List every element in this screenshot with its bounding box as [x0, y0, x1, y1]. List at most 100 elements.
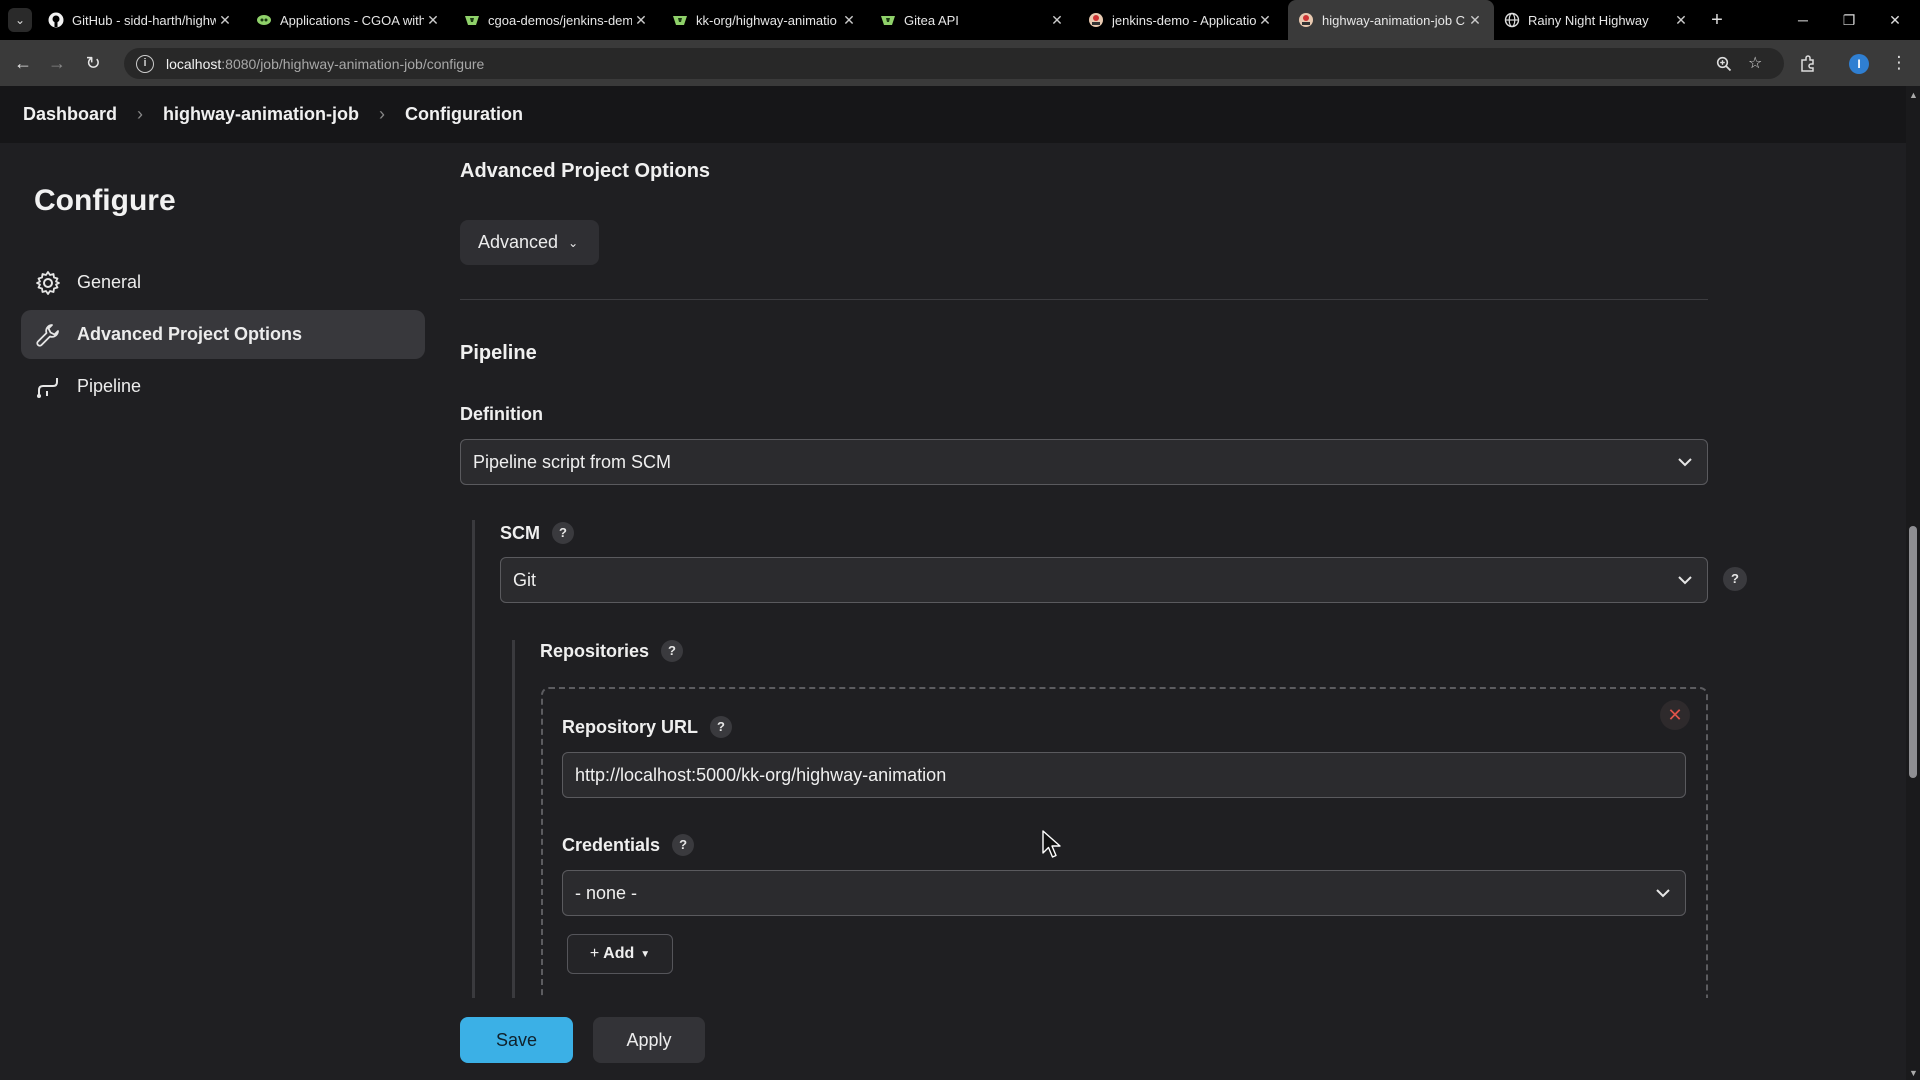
breadcrumb-configuration[interactable]: Configuration [405, 104, 523, 125]
help-icon[interactable]: ? [1723, 567, 1747, 591]
close-icon[interactable]: ✕ [424, 12, 442, 29]
repository-url-input[interactable]: http://localhost:5000/kk-org/highway-ani… [562, 752, 1686, 798]
help-icon[interactable]: ? [710, 716, 733, 738]
globe-icon [1504, 12, 1520, 28]
scm-label: SCM ? [500, 522, 574, 544]
tab-highway-animation-job[interactable]: highway-animation-job C ✕ [1288, 0, 1494, 40]
help-icon[interactable]: ? [672, 834, 695, 856]
save-button[interactable]: Save [460, 1017, 573, 1063]
scm-label-text: SCM [500, 522, 540, 543]
remove-repository-close-icon[interactable]: ✕ [1660, 700, 1690, 730]
tab-gitea-kk-org[interactable]: kk-org/highway-animatio ✕ [662, 0, 868, 40]
sidebar-item-label: Advanced Project Options [77, 324, 303, 344]
chevron-right-icon: › [379, 104, 386, 124]
wrench-icon [36, 323, 59, 347]
extensions-icon[interactable] [1793, 48, 1823, 78]
scm-select[interactable]: Git [500, 557, 1708, 603]
tab-jenkins-demo[interactable]: jenkins-demo - Applicatio ✕ [1078, 0, 1284, 40]
argo-icon [256, 12, 272, 28]
mouse-cursor-icon [1042, 830, 1061, 858]
chevron-down-icon [1678, 576, 1692, 585]
advanced-button[interactable]: Advanced ⌄ [460, 220, 599, 265]
url-path: :8080/job/highway-animation-job/configur… [221, 55, 485, 72]
github-icon [48, 12, 64, 28]
tab-gitea-cgoa-demos[interactable]: cgoa-demos/jenkins-dem ✕ [454, 0, 660, 40]
new-tab-button[interactable]: + [1703, 6, 1731, 34]
section-divider [460, 299, 1708, 300]
sidebar-item-advanced-project-options[interactable]: Advanced Project Options [21, 310, 425, 359]
repository-url-value: http://localhost:5000/kk-org/highway-ani… [575, 764, 947, 785]
scm-nesting-line [472, 520, 475, 1080]
address-bar[interactable]: i localhost:8080/job/highway-animation-j… [124, 48, 1784, 79]
tab-title: jenkins-demo - Applicatio [1112, 12, 1256, 28]
gear-icon [36, 270, 60, 295]
page-scrollbar[interactable]: ▲ ▼ [1906, 86, 1920, 1080]
sidebar-item-pipeline[interactable]: Pipeline [21, 362, 425, 411]
tab-title: GitHub - sidd-harth/highw [72, 12, 216, 28]
window-close-button[interactable]: ✕ [1872, 0, 1918, 40]
sidebar-item-label: General [77, 272, 142, 292]
credentials-select[interactable]: - none - [562, 870, 1686, 916]
jenkins-page: Dashboard › highway-animation-job › Conf… [0, 86, 1906, 1080]
pipeline-section-title: Pipeline [460, 342, 537, 364]
definition-label-text: Definition [460, 404, 543, 424]
sidebar-item-general[interactable]: General [21, 258, 425, 307]
browser-toolbar: ← → ↻ i localhost:8080/job/highway-anima… [0, 40, 1920, 86]
breadcrumb: Dashboard › highway-animation-job › Conf… [0, 86, 1906, 143]
jenkins-icon [1088, 12, 1104, 28]
gitea-icon [464, 12, 480, 28]
site-info-icon[interactable]: i [136, 54, 154, 73]
close-icon[interactable]: ✕ [1672, 12, 1690, 29]
gitea-icon [880, 12, 896, 28]
close-icon[interactable]: ✕ [840, 12, 858, 29]
back-button[interactable]: ← [8, 48, 38, 78]
pipeline-icon [37, 377, 58, 398]
repository-url-label: Repository URL ? [562, 716, 733, 738]
definition-select[interactable]: Pipeline script from SCM [460, 439, 1708, 485]
jenkins-icon [1298, 12, 1314, 28]
repositories-label: Repositories ? [540, 640, 684, 662]
credentials-value: - none - [575, 882, 638, 903]
tab-github[interactable]: GitHub - sidd-harth/highw ✕ [38, 0, 244, 40]
zoom-icon[interactable] [1716, 48, 1732, 79]
advanced-button-label: Advanced [478, 232, 559, 252]
add-button-label: Add [603, 945, 635, 962]
close-icon[interactable]: ✕ [1466, 12, 1484, 29]
tab-gitea-api[interactable]: Gitea API ✕ [870, 0, 1076, 40]
tab-title: highway-animation-job C [1322, 12, 1466, 28]
scroll-down-arrow-icon[interactable]: ▼ [1909, 1068, 1918, 1078]
definition-value: Pipeline script from SCM [473, 451, 672, 472]
url-host: localhost [166, 55, 222, 72]
help-icon[interactable]: ? [552, 522, 574, 544]
restore-button[interactable]: ❐ [1826, 0, 1872, 40]
close-icon[interactable]: ✕ [1048, 12, 1066, 29]
tab-search-button[interactable]: ⌄ [8, 8, 32, 32]
close-icon[interactable]: ✕ [1256, 12, 1274, 29]
credentials-label: Credentials ? [562, 834, 695, 856]
scm-value: Git [513, 569, 537, 590]
help-icon[interactable]: ? [661, 640, 684, 662]
tab-rainy-night-highway[interactable]: Rainy Night Highway ✕ [1494, 0, 1700, 40]
bookmark-star-icon[interactable]: ☆ [1748, 48, 1762, 79]
tab-title: Gitea API [904, 12, 959, 28]
tab-argo-applications[interactable]: Applications - CGOA with ✕ [246, 0, 452, 40]
repositories-label-text: Repositories [540, 640, 650, 661]
apply-button-label: Apply [626, 1029, 672, 1050]
breadcrumb-dashboard[interactable]: Dashboard [23, 104, 117, 125]
apply-button[interactable]: Apply [593, 1017, 705, 1063]
browser-menu-icon[interactable]: ⋮ [1884, 48, 1914, 78]
add-credentials-button[interactable]: + Add ▼ [567, 934, 673, 974]
scrollbar-thumb[interactable] [1909, 526, 1917, 778]
scroll-up-arrow-icon[interactable]: ▲ [1909, 90, 1918, 100]
forward-button[interactable]: → [42, 48, 72, 78]
minimize-button[interactable]: ─ [1780, 0, 1826, 40]
close-icon[interactable]: ✕ [632, 12, 650, 29]
close-icon[interactable]: ✕ [216, 12, 234, 29]
repository-url-label-text: Repository URL [562, 716, 699, 737]
tab-title: Rainy Night Highway [1528, 12, 1649, 28]
chevron-right-icon: › [137, 104, 144, 124]
reload-button[interactable]: ↻ [78, 48, 108, 78]
breadcrumb-job[interactable]: highway-animation-job [163, 104, 359, 125]
profile-avatar[interactable]: I [1849, 54, 1869, 74]
sidebar-title: Configure [34, 184, 176, 217]
